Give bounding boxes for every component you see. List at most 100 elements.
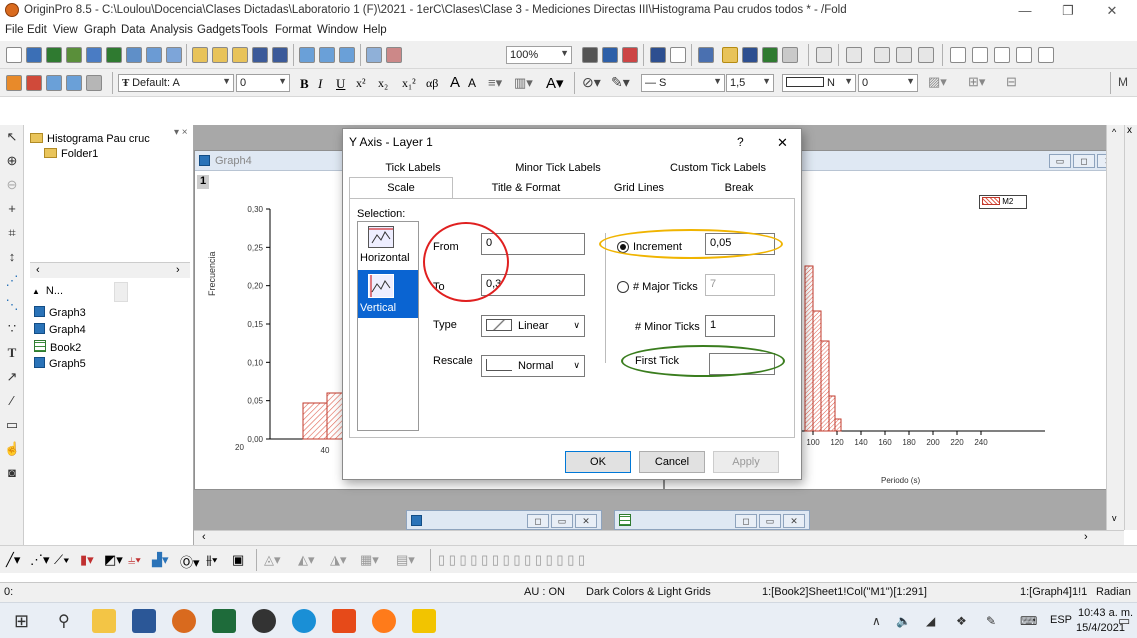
superscript-button[interactable]: x² — [356, 76, 366, 91]
menu-window[interactable]: Window — [317, 24, 358, 36]
help-button[interactable]: ? — [737, 135, 744, 149]
mdi-restore-button[interactable]: ◻ — [1073, 154, 1095, 168]
origin-taskbar-icon[interactable] — [172, 609, 196, 633]
rescale-select[interactable]: Normal ∨ — [481, 355, 585, 377]
message-log-icon[interactable] — [762, 47, 778, 63]
new-folder-icon[interactable] — [26, 47, 42, 63]
menu-edit[interactable]: Edit — [27, 24, 47, 36]
search-icon[interactable]: ⚲ — [58, 611, 70, 631]
tab-custom-tick-labels[interactable]: Custom Tick Labels — [643, 162, 793, 174]
tab-tick-labels[interactable]: Tick Labels — [353, 162, 473, 174]
stat-plot-icon[interactable]: ⫨▾ — [128, 552, 141, 568]
increment-radio[interactable] — [617, 241, 629, 253]
open-icon[interactable] — [192, 47, 208, 63]
histogram-bar[interactable] — [302, 402, 328, 440]
decrease-font-button[interactable]: A — [468, 76, 476, 90]
align-icon[interactable]: ≡▾ — [488, 75, 502, 91]
minimized-book2[interactable]: ◻ ▭ ✕ — [614, 510, 810, 530]
line-plot-icon[interactable]: ╱▾ — [6, 552, 20, 568]
restore-button[interactable]: ❐ — [1053, 2, 1083, 20]
scroll-down-icon[interactable]: v — [1112, 513, 1117, 523]
keyboard-icon[interactable]: ⌨ — [1020, 614, 1037, 628]
histogram-bar[interactable] — [834, 418, 842, 432]
mask-points-icon[interactable]: ∵ — [4, 321, 20, 337]
menu-format[interactable]: Format — [275, 24, 311, 36]
apply-button[interactable]: Apply — [713, 451, 779, 473]
major-ticks-input[interactable]: 7 — [705, 274, 775, 296]
hand-tool-icon[interactable]: ☝ — [4, 441, 20, 457]
office-icon[interactable] — [332, 609, 356, 633]
3d-matrix-icon[interactable]: ▤▾ — [396, 552, 415, 568]
minimized-graph3[interactable]: ◻ ▭ ✕ — [406, 510, 602, 530]
menu-data[interactable]: Data — [121, 24, 145, 36]
border-icon[interactable]: ⊞▾ — [968, 74, 985, 90]
selection-horizontal[interactable]: Horizontal — [360, 252, 410, 264]
axis-corner-icon[interactable] — [1038, 47, 1054, 63]
list-item-graph4[interactable]: Graph4 — [34, 323, 86, 336]
tile-icon[interactable] — [896, 47, 912, 63]
italic-button[interactable]: I — [318, 76, 322, 92]
scroll-left-icon[interactable]: ‹ — [36, 264, 40, 276]
mdi-maximize-button[interactable]: ▭ — [551, 514, 573, 528]
menu-view[interactable]: View — [53, 24, 78, 36]
brush-icon[interactable] — [386, 47, 402, 63]
word-icon[interactable] — [132, 609, 156, 633]
mdi-minimize-button[interactable]: ▭ — [1049, 154, 1071, 168]
save-template-icon[interactable] — [272, 47, 288, 63]
network-icon[interactable]: ◢ — [926, 614, 935, 628]
menu-graph[interactable]: Graph — [84, 24, 116, 36]
arrange-icon[interactable] — [874, 47, 890, 63]
menu-help[interactable]: Help — [363, 24, 387, 36]
tab-minor-tick-labels[interactable]: Minor Tick Labels — [483, 162, 633, 174]
code-builder-icon[interactable] — [670, 47, 686, 63]
list-item-graph5[interactable]: Graph5 — [34, 357, 86, 370]
new-layout-icon[interactable] — [146, 47, 162, 63]
firefox-icon[interactable] — [372, 609, 396, 633]
underline-button[interactable]: U — [336, 76, 345, 92]
paint-icon[interactable] — [6, 75, 22, 91]
histogram-bar[interactable] — [828, 395, 836, 432]
type-select[interactable]: Linear ∨ — [481, 315, 585, 337]
cascade-icon[interactable] — [918, 47, 934, 63]
histogram-bar[interactable] — [812, 310, 822, 432]
zoom-select[interactable]: 100% ▼ — [506, 46, 572, 64]
font-color-icon[interactable]: A▾ — [546, 74, 564, 92]
open-template-icon[interactable] — [212, 47, 228, 63]
tab-scale[interactable]: Scale — [349, 177, 453, 199]
font-select[interactable]: Ŧ Default: A ▼ — [118, 74, 234, 92]
group-icon[interactable] — [86, 75, 102, 91]
to-input[interactable]: 0,3 — [481, 274, 585, 296]
minimize-button[interactable]: — — [1010, 2, 1040, 20]
mdi-maximize-button[interactable]: ▭ — [759, 514, 781, 528]
3d-bar-icon[interactable]: ▦▾ — [360, 552, 379, 568]
save-project-icon[interactable] — [252, 47, 268, 63]
line-color-icon[interactable]: ✎▾ — [611, 74, 630, 91]
command-window-icon[interactable] — [742, 47, 758, 63]
zoom-in-icon[interactable]: ⊕ — [4, 153, 20, 169]
column-icon[interactable]: ▥▾ — [514, 75, 533, 91]
new-graph-icon[interactable] — [86, 47, 102, 63]
sticky-app-icon[interactable] — [412, 609, 436, 633]
first-tick-input[interactable] — [709, 353, 775, 375]
workspace-vscroll[interactable]: ^ v — [1106, 125, 1124, 530]
volume-icon[interactable]: 🔈 — [896, 614, 911, 628]
cancel-button[interactable]: Cancel — [639, 451, 705, 473]
mdi-close-button[interactable]: ✕ — [783, 514, 805, 528]
explorer-hscroll[interactable]: ‹ › — [30, 262, 190, 278]
zoom-out-icon[interactable]: ⊖ — [4, 177, 20, 193]
mdi-close-button[interactable]: ✕ — [575, 514, 597, 528]
column-plot-icon[interactable]: ▮▾ — [80, 552, 94, 568]
print-icon[interactable] — [582, 47, 598, 63]
region-data-icon[interactable]: ⋰ — [4, 273, 20, 289]
from-input[interactable]: 0 — [481, 233, 585, 255]
greek-button[interactable]: αβ — [426, 76, 438, 91]
list-item-book2[interactable]: Book2 — [34, 340, 81, 354]
legend[interactable]: M2 — [979, 195, 1027, 209]
minor-ticks-input[interactable]: 1 — [705, 315, 775, 337]
close-button[interactable]: ✕ — [1097, 2, 1127, 20]
toolbar-overflow[interactable]: M — [1118, 75, 1128, 89]
histogram-bar[interactable] — [820, 340, 830, 432]
menu-analysis[interactable]: Analysis — [150, 24, 193, 36]
line-width-select[interactable]: 1,5 ▼ — [726, 74, 774, 92]
tree-root[interactable]: Histograma Pau cruc — [30, 133, 150, 145]
